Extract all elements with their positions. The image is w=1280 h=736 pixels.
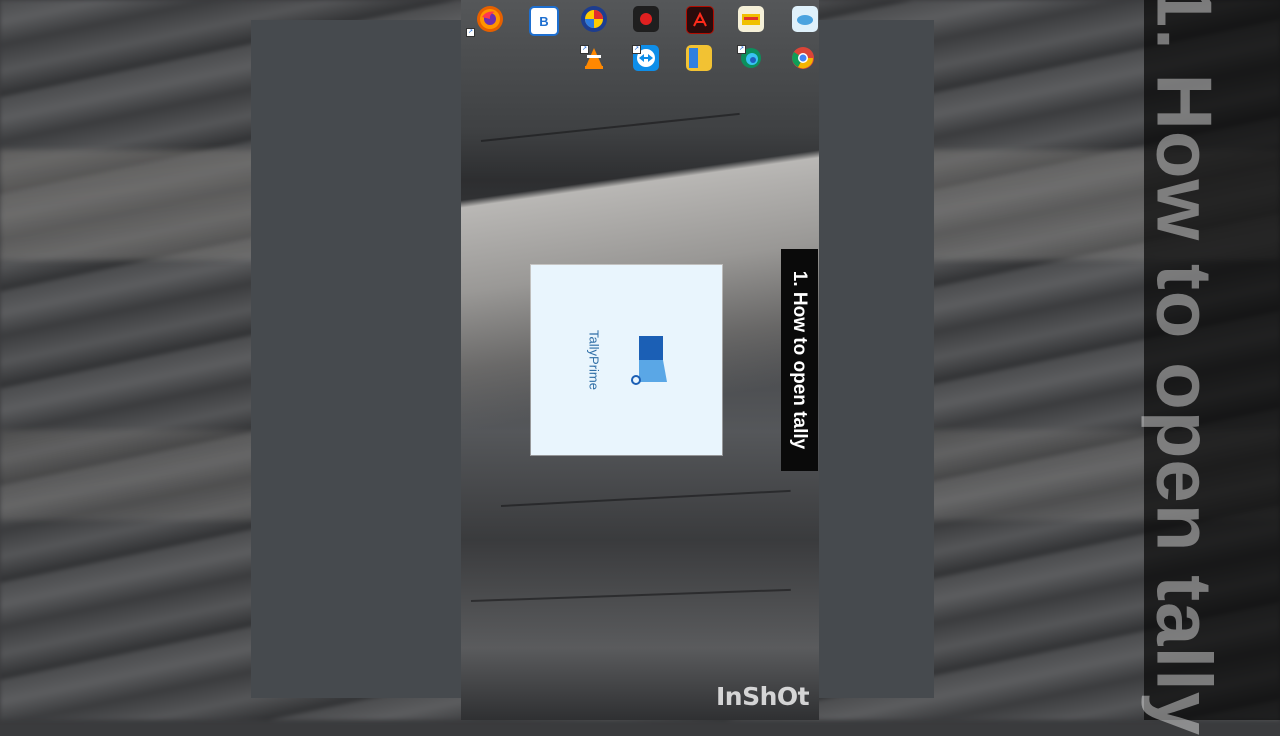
right-gray-panel — [819, 20, 934, 698]
tile-label: TallyPrime — [586, 330, 602, 390]
caption-text: 1. How to open tally — [789, 270, 810, 450]
shortcut-arrow-icon: ↗ — [466, 28, 475, 37]
rock-texture — [470, 588, 791, 602]
rock-texture — [500, 489, 791, 507]
blurred-caption-text: 1. How to open tally — [1140, 0, 1229, 736]
tallyprime-start-tile[interactable] — [531, 265, 722, 455]
folder-app-icon[interactable] — [738, 6, 764, 32]
record-icon[interactable] — [633, 6, 659, 32]
adobe-reader-icon[interactable] — [686, 6, 714, 34]
bravo-icon[interactable]: B — [529, 6, 559, 36]
tallyprime-desktop-icon[interactable] — [686, 45, 712, 71]
shortcut-arrow-icon: ↗ — [737, 45, 746, 54]
left-gray-panel — [251, 20, 461, 698]
chrome-icon[interactable] — [790, 45, 816, 71]
rock-texture — [480, 112, 740, 142]
multicolor-app-icon[interactable] — [581, 6, 607, 32]
firefox-icon[interactable] — [477, 6, 503, 32]
inshot-watermark: InShOt — [716, 682, 810, 711]
cloud-app-icon[interactable] — [792, 6, 818, 32]
shortcut-arrow-icon: ↗ — [632, 45, 641, 54]
shortcut-arrow-icon: ↗ — [580, 45, 589, 54]
tallyprime-logo-icon — [631, 336, 669, 391]
